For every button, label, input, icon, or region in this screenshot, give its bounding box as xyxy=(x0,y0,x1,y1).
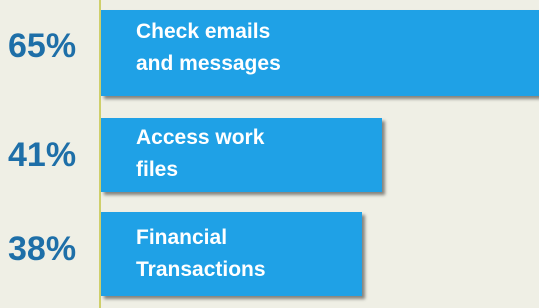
value-label-access-work-files: 41% xyxy=(8,136,77,174)
bar-label-check-emails: Check emails and messages xyxy=(136,20,281,75)
bar-label-access-work-files: Access work files xyxy=(136,126,265,181)
value-label-check-emails: 65% xyxy=(8,27,77,65)
bar-label-financial-transactions: Financial Transactions xyxy=(136,226,266,281)
value-label-financial-transactions: 38% xyxy=(8,230,77,268)
horizontal-bar-chart: 65% Check emails and messages 41% Access… xyxy=(0,0,539,308)
